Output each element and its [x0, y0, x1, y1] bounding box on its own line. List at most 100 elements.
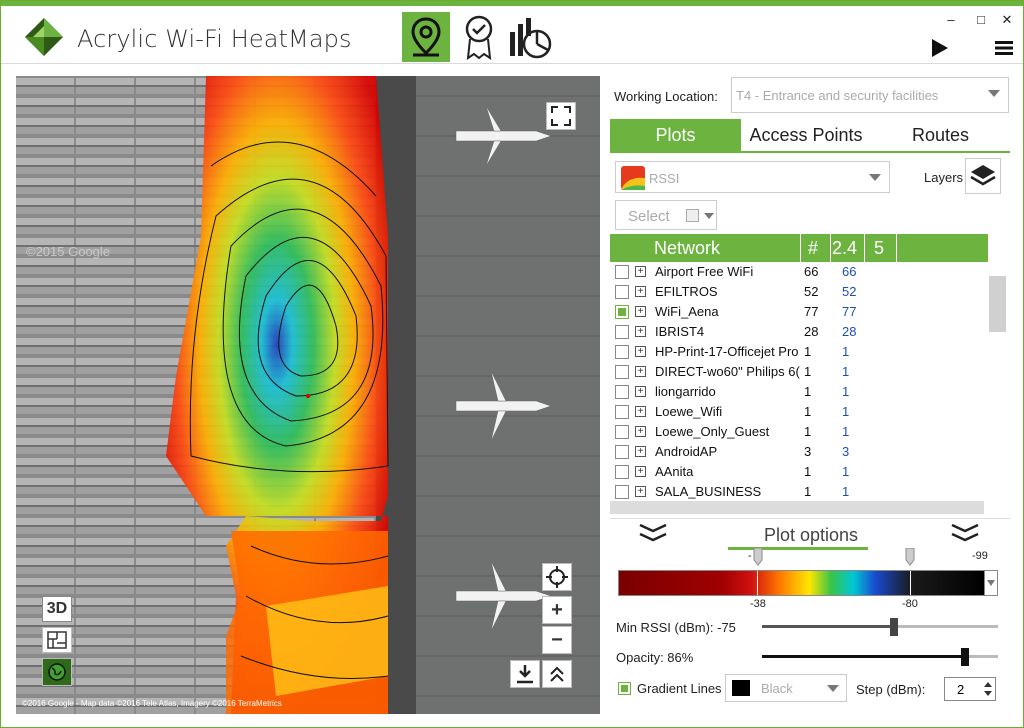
network-row[interactable]: + HP-Print-17-Officejet Pro 1 1	[610, 342, 988, 362]
network-band24: 1	[842, 344, 850, 359]
download-button[interactable]	[510, 660, 540, 688]
network-checkbox[interactable]	[615, 325, 629, 339]
network-checkbox[interactable]	[615, 365, 629, 379]
spinner-icon[interactable]	[983, 680, 993, 698]
expand-plus-icon[interactable]: +	[635, 386, 646, 397]
network-list-hscrollbar[interactable]	[610, 501, 984, 514]
network-name: HP-Print-17-Officejet Pro	[655, 344, 799, 359]
tab-access-points[interactable]: Access Points	[741, 119, 871, 151]
working-location-select[interactable]: T4 - Entrance and security facilities	[731, 77, 1009, 113]
expand-plus-icon[interactable]: +	[635, 346, 646, 357]
network-row[interactable]: + AndroidAP 3 3	[610, 442, 988, 462]
expand-plus-icon[interactable]: +	[635, 326, 646, 337]
mode-analytics-button[interactable]	[506, 12, 554, 62]
play-icon[interactable]	[931, 39, 949, 57]
network-checkbox[interactable]	[615, 405, 629, 419]
gradient-dropdown[interactable]	[984, 570, 998, 596]
network-row[interactable]: + Loewe_Wifi 1 1	[610, 402, 988, 422]
mode-map-button[interactable]	[402, 12, 450, 62]
network-row[interactable]: + Airport Free WiFi 66 66	[610, 262, 988, 282]
opacity-slider[interactable]	[762, 648, 998, 666]
network-checkbox[interactable]	[615, 445, 629, 459]
network-row[interactable]: + liongarrido 1 1	[610, 382, 988, 402]
gradient-right-handle[interactable]	[905, 548, 915, 566]
expand-plus-icon[interactable]: +	[635, 306, 646, 317]
network-row[interactable]: + EFILTROS 52 52	[610, 282, 988, 302]
network-row[interactable]: + IBRIST4 28 28	[610, 322, 988, 342]
expand-plus-icon[interactable]: +	[635, 266, 646, 277]
network-row[interactable]: + AAnita 1 1	[610, 462, 988, 482]
fullscreen-button[interactable]	[546, 102, 576, 130]
floorplan-icon	[47, 631, 67, 649]
network-checkbox[interactable]	[615, 305, 629, 319]
zoom-out-button[interactable]: −	[542, 626, 572, 654]
plot-options-title[interactable]: Plot options	[764, 525, 858, 546]
network-checkbox[interactable]	[615, 285, 629, 299]
tab-routes[interactable]: Routes	[871, 119, 1010, 151]
heatmap-map[interactable]: ©2015 Google + − 3D ©2016 Google - Map d…	[16, 76, 600, 714]
floorplan-button[interactable]	[42, 627, 72, 653]
step-input[interactable]: 2	[944, 677, 996, 701]
chevron-down-icon	[987, 580, 995, 586]
maximize-button[interactable]: □	[971, 12, 991, 27]
expand-plus-icon[interactable]: +	[635, 426, 646, 437]
plot-type-select[interactable]: RSSI	[615, 161, 890, 193]
expand-plus-icon[interactable]: +	[635, 466, 646, 477]
network-checkbox[interactable]	[615, 265, 629, 279]
network-count: 77	[804, 304, 819, 319]
network-row[interactable]: + SALA_BUSINESS 1 1	[610, 482, 988, 500]
gradient-lines-checkbox[interactable]	[618, 682, 631, 695]
map-credit: ©2016 Google - Map data ©2016 Tele Atlas…	[22, 699, 282, 708]
app-logo-icon	[25, 18, 63, 56]
rssi-plot-icon	[621, 166, 645, 190]
min-rssi-slider[interactable]	[762, 618, 998, 636]
network-row[interactable]: + DIRECT-wo60" Philips 6(1 1	[610, 362, 988, 382]
zoom-in-button[interactable]: +	[542, 596, 572, 624]
view-3d-button[interactable]: 3D	[42, 596, 72, 622]
step-value: 2	[957, 682, 965, 697]
network-row[interactable]: + WiFi_Aena 77 77	[610, 302, 988, 322]
opacity-thumb[interactable]	[961, 648, 969, 666]
minimize-button[interactable]: –	[941, 12, 961, 27]
double-chevron-down-icon[interactable]	[950, 523, 980, 543]
network-count: 1	[804, 404, 812, 419]
select-dropdown[interactable]: Select	[615, 200, 717, 230]
layers-button[interactable]	[965, 158, 1001, 194]
network-name: liongarrido	[655, 384, 716, 399]
expand-plus-icon[interactable]: +	[635, 446, 646, 457]
expand-plus-icon[interactable]: +	[635, 486, 646, 497]
line-color-value: Black	[761, 681, 793, 696]
network-list: + Airport Free WiFi 66 66 + EFILTROS 52 52 + WiFi…	[610, 262, 988, 500]
globe-button[interactable]	[42, 658, 72, 686]
rssi-gradient-bar[interactable]	[618, 570, 986, 596]
chevron-down-icon	[827, 685, 839, 692]
column-count[interactable]: #	[808, 238, 818, 259]
hamburger-icon[interactable]	[995, 41, 1013, 55]
network-row[interactable]: + Loewe_Only_Guest 1 1	[610, 422, 988, 442]
award-icon	[465, 15, 493, 60]
network-list-scrollbar[interactable]	[989, 276, 1006, 332]
network-checkbox[interactable]	[615, 465, 629, 479]
expand-plus-icon[interactable]: +	[635, 286, 646, 297]
close-button[interactable]: ✕	[997, 12, 1017, 28]
column-network[interactable]: Network	[654, 238, 720, 259]
locate-button[interactable]	[542, 563, 572, 591]
download-icon	[517, 665, 533, 684]
min-rssi-fill	[762, 625, 894, 628]
expand-plus-icon[interactable]: +	[635, 406, 646, 417]
mode-report-button[interactable]	[455, 12, 503, 62]
min-rssi-thumb[interactable]	[890, 618, 898, 636]
network-checkbox[interactable]	[615, 345, 629, 359]
collapse-up-button[interactable]	[542, 660, 572, 688]
double-chevron-down-icon[interactable]	[638, 523, 668, 543]
tab-plots[interactable]: Plots	[610, 119, 741, 151]
line-color-select[interactable]: Black	[725, 674, 847, 702]
gradient-left-handle[interactable]	[753, 548, 763, 566]
network-checkbox[interactable]	[615, 385, 629, 399]
expand-plus-icon[interactable]: +	[635, 366, 646, 377]
column-band5[interactable]: 5	[874, 238, 884, 259]
column-band24[interactable]: 2.4	[832, 238, 857, 259]
network-checkbox[interactable]	[615, 425, 629, 439]
network-count: 1	[804, 484, 812, 499]
network-checkbox[interactable]	[615, 485, 629, 499]
